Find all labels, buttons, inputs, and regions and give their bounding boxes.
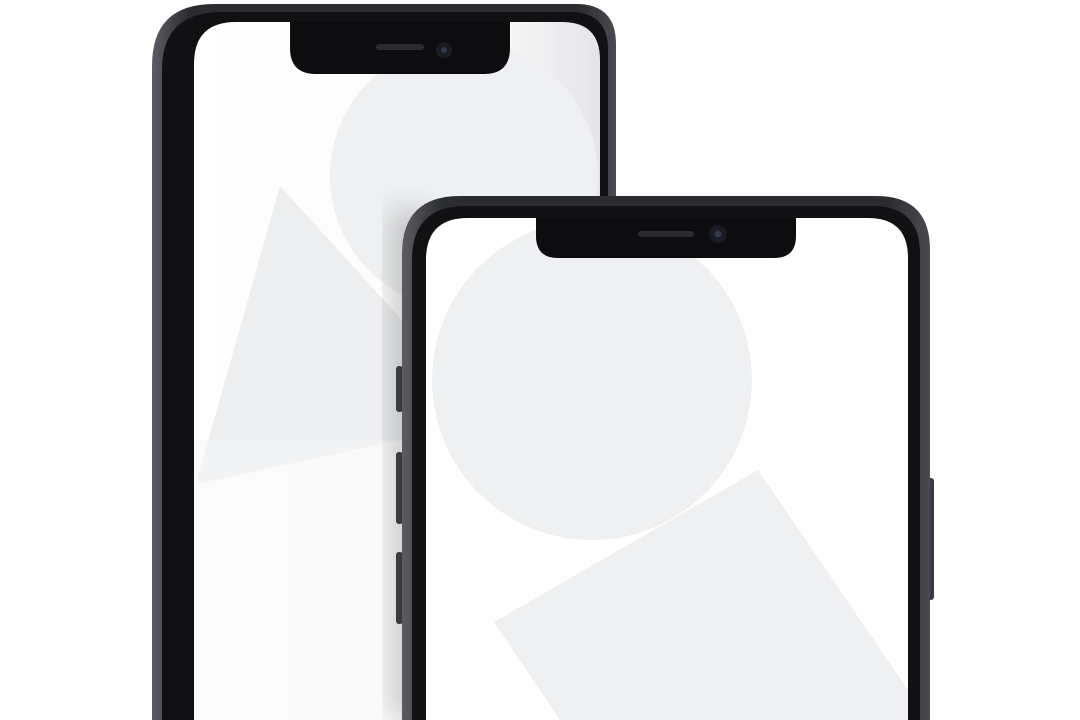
wallpaper-circle (432, 220, 752, 540)
front-phone (396, 196, 934, 720)
front-phone-notch (536, 218, 796, 258)
front-phone-screen (426, 218, 908, 720)
mockup-canvas (152, 4, 934, 720)
side-button-icon (396, 552, 403, 624)
side-button-icon (396, 366, 403, 412)
side-button-icon (396, 452, 403, 524)
device-mockup-scene (0, 0, 1080, 720)
speaker-grille-icon (376, 44, 424, 50)
speaker-grille-icon (638, 231, 694, 237)
